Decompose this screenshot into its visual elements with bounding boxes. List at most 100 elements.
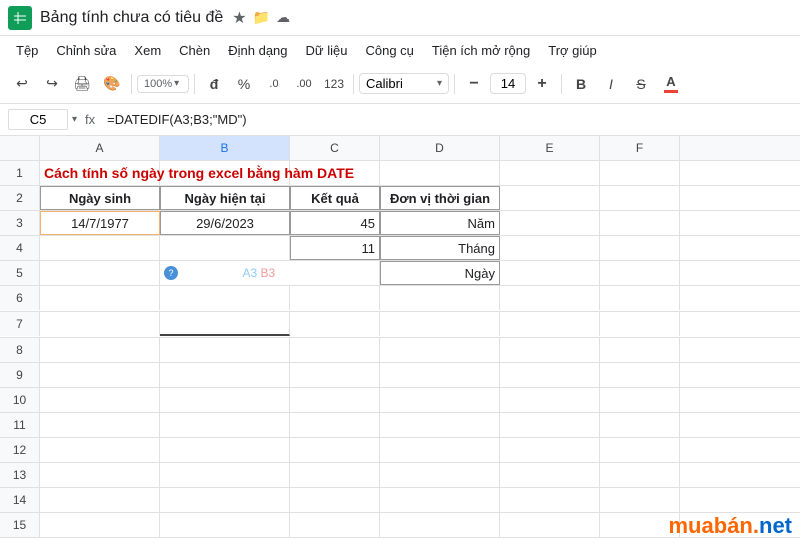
cell-e2[interactable]: [500, 186, 600, 210]
row-num-2[interactable]: 2: [0, 186, 40, 210]
menu-tep[interactable]: Tệp: [8, 40, 46, 61]
cell-b4[interactable]: [160, 236, 290, 260]
cell-f12[interactable]: [600, 438, 680, 462]
cell-d14[interactable]: [380, 488, 500, 512]
text-color-button[interactable]: A: [657, 70, 685, 98]
col-header-d[interactable]: D: [380, 136, 500, 160]
cell-c14[interactable]: [290, 488, 380, 512]
cell-e11[interactable]: [500, 413, 600, 437]
cell-a10[interactable]: [40, 388, 160, 412]
cell-e9[interactable]: [500, 363, 600, 387]
cell-e15[interactable]: [500, 513, 600, 537]
cell-a15[interactable]: [40, 513, 160, 537]
cell-c11[interactable]: [290, 413, 380, 437]
cell-e3[interactable]: [500, 211, 600, 235]
print-button[interactable]: 🖨: [68, 70, 96, 98]
cell-f3[interactable]: [600, 211, 680, 235]
cell-a2[interactable]: Ngày sinh: [40, 186, 160, 210]
cell-b5[interactable]: ? =DATEDIF(A3;B3;"MD"): [160, 261, 290, 285]
inc-decimal-button[interactable]: .00: [290, 70, 318, 98]
cell-d6[interactable]: [380, 286, 500, 310]
cell-f13[interactable]: [600, 463, 680, 487]
cell-e1[interactable]: [500, 161, 600, 185]
cell-b3[interactable]: 29/6/2023: [160, 211, 290, 235]
font-size-increase-button[interactable]: +: [528, 70, 556, 98]
cell-d1[interactable]: [380, 161, 500, 185]
cell-a3[interactable]: 14/7/1977: [40, 211, 160, 235]
font-size-input[interactable]: 14: [490, 73, 526, 94]
cell-c13[interactable]: [290, 463, 380, 487]
row-num-9[interactable]: 9: [0, 363, 40, 387]
cell-c4[interactable]: 11: [290, 236, 380, 260]
cell-e10[interactable]: [500, 388, 600, 412]
doc-title[interactable]: Bảng tính chưa có tiêu đề: [40, 9, 223, 27]
row-num-12[interactable]: 12: [0, 438, 40, 462]
row-num-6[interactable]: 6: [0, 286, 40, 310]
cell-ref-arrow[interactable]: ▾: [72, 114, 77, 125]
num-format-button[interactable]: 123: [320, 70, 348, 98]
cell-c8[interactable]: [290, 338, 380, 362]
font-size-decrease-button[interactable]: −: [460, 70, 488, 98]
undo-button[interactable]: ↩: [8, 70, 36, 98]
cell-d15[interactable]: [380, 513, 500, 537]
cell-c3[interactable]: 45: [290, 211, 380, 235]
cell-c12[interactable]: [290, 438, 380, 462]
cell-a9[interactable]: [40, 363, 160, 387]
cell-c7[interactable]: [290, 312, 380, 336]
cell-e4[interactable]: [500, 236, 600, 260]
cell-a5[interactable]: [40, 261, 160, 285]
menu-chen[interactable]: Chèn: [171, 40, 218, 61]
row-num-10[interactable]: 10: [0, 388, 40, 412]
bold-button[interactable]: B: [567, 70, 595, 98]
cell-a1[interactable]: Cách tính số ngày trong excel bằng hàm D…: [40, 161, 160, 185]
cell-c2[interactable]: Kết quả: [290, 186, 380, 210]
cell-f10[interactable]: [600, 388, 680, 412]
cell-d9[interactable]: [380, 363, 500, 387]
cell-e13[interactable]: [500, 463, 600, 487]
menu-dinh-dang[interactable]: Định dạng: [220, 40, 295, 61]
row-num-5[interactable]: 5: [0, 261, 40, 285]
cell-b12[interactable]: [160, 438, 290, 462]
cell-e5[interactable]: [500, 261, 600, 285]
cell-b14[interactable]: [160, 488, 290, 512]
cell-a6[interactable]: [40, 286, 160, 310]
col-header-c[interactable]: C: [290, 136, 380, 160]
cell-d11[interactable]: [380, 413, 500, 437]
formula-input[interactable]: [103, 110, 792, 129]
cell-f11[interactable]: [600, 413, 680, 437]
cell-a8[interactable]: [40, 338, 160, 362]
cell-b6[interactable]: [160, 286, 290, 310]
percent-button[interactable]: %: [230, 70, 258, 98]
cell-c9[interactable]: [290, 363, 380, 387]
cell-e12[interactable]: [500, 438, 600, 462]
cell-d4[interactable]: Tháng: [380, 236, 500, 260]
cell-f8[interactable]: [600, 338, 680, 362]
italic-button[interactable]: I: [597, 70, 625, 98]
cell-f1[interactable]: [600, 161, 680, 185]
row-num-14[interactable]: 14: [0, 488, 40, 512]
cell-e14[interactable]: [500, 488, 600, 512]
cell-b8[interactable]: [160, 338, 290, 362]
row-num-11[interactable]: 11: [0, 413, 40, 437]
cell-a11[interactable]: [40, 413, 160, 437]
cell-e8[interactable]: [500, 338, 600, 362]
cell-c10[interactable]: [290, 388, 380, 412]
row-num-8[interactable]: 8: [0, 338, 40, 362]
row-num-7[interactable]: 7: [0, 312, 40, 336]
col-header-b[interactable]: B: [160, 136, 290, 160]
cell-d3[interactable]: Năm: [380, 211, 500, 235]
cell-b11[interactable]: [160, 413, 290, 437]
cell-f7[interactable]: [600, 312, 680, 336]
cell-e7[interactable]: [500, 312, 600, 336]
menu-xem[interactable]: Xem: [126, 40, 169, 61]
font-selector[interactable]: Calibri ▾: [359, 73, 449, 94]
row-num-15[interactable]: 15: [0, 513, 40, 537]
cell-d10[interactable]: [380, 388, 500, 412]
cell-f4[interactable]: [600, 236, 680, 260]
cell-f2[interactable]: [600, 186, 680, 210]
cell-d13[interactable]: [380, 463, 500, 487]
cell-d7[interactable]: [380, 312, 500, 336]
menu-du-lieu[interactable]: Dữ liệu: [298, 40, 356, 61]
cell-a4[interactable]: [40, 236, 160, 260]
cell-d5[interactable]: Ngày: [380, 261, 500, 285]
